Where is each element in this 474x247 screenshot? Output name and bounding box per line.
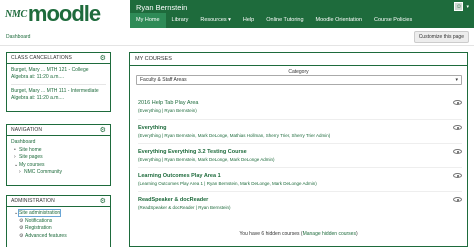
course-name[interactable]: Everything — [138, 125, 462, 131]
cancellation-link[interactable]: Burget, Mary ... MTH 121 - College Algeb… — [11, 67, 106, 81]
hidden-courses-note: You have 6 hidden courses (Manage hidden… — [130, 231, 467, 237]
divider — [11, 84, 106, 85]
gear-icon[interactable]: ⚙ — [100, 198, 106, 205]
my-courses-block: MY COURSES Category Faculty & Staff Area… — [129, 52, 468, 247]
nav-tree-nmc-community[interactable]: › NMC Community — [11, 169, 106, 177]
avatar[interactable]: ☺ — [454, 2, 464, 11]
admin-tree-label: Advanced features — [25, 232, 67, 239]
course-teachers: (Everything | Ryan Bernstein, Mark DeLon… — [138, 133, 331, 138]
list-item: Learning Outcomes Play Area 1 (Learning … — [138, 167, 462, 191]
course-name[interactable]: ReadSpeaker & docReader — [138, 197, 462, 203]
navigation-block: NAVIGATION ⚙ Dashboard • Site home › Site … — [6, 124, 111, 186]
list-item: 2016 Help Tab Play Area (Everything | Ry… — [138, 95, 462, 119]
logo-prefix: NMC — [5, 8, 27, 20]
eye-icon[interactable] — [453, 100, 462, 105]
admin-tree-label: Notifications — [25, 217, 53, 224]
top-bar: Ryan Bernstein ☺ ▾ My Home Library Resou… — [130, 0, 474, 28]
nav-course-policies[interactable]: Course Policies — [368, 13, 418, 28]
block-title: ADMINISTRATION — [11, 198, 55, 204]
category-value: Faculty & Staff Areas — [140, 77, 187, 83]
course-name[interactable]: Everything Everything 3.2 Testing Course — [138, 149, 462, 155]
nav-tree-site-home[interactable]: • Site home — [11, 147, 106, 155]
nav-help[interactable]: Help — [237, 13, 260, 28]
course-teachers: (Everything | Ryan Bernstein, Mark DeLon… — [138, 157, 275, 162]
nav-library[interactable]: Library — [166, 13, 195, 28]
hidden-note-prefix: You have — [239, 231, 262, 237]
divider — [0, 45, 474, 46]
nav-resources[interactable]: Resources ▾ — [194, 13, 237, 28]
manage-hidden-courses-link[interactable]: Manage hidden courses — [303, 231, 356, 237]
block-header: ADMINISTRATION ⚙ — [7, 196, 110, 207]
admin-tree-label: Registration — [25, 225, 52, 231]
nav-online-tutoring[interactable]: Online Tutoring — [260, 13, 309, 28]
chevron-down-icon[interactable]: ▾ — [455, 76, 458, 84]
admin-advanced-features[interactable]: ⚙ Advanced features — [11, 233, 106, 241]
logo-name: moodle — [27, 1, 101, 26]
customize-page-button[interactable]: Customize this page — [413, 31, 469, 43]
block-title: CLASS CANCELLATIONS — [11, 55, 72, 61]
chevron-down-icon[interactable]: ▾ — [466, 4, 469, 10]
block-title: MY COURSES — [135, 56, 172, 62]
block-header: CLASS CANCELLATIONS ⚙ — [7, 53, 110, 64]
course-teachers: (Everything | Ryan Bernstein) — [138, 108, 197, 113]
eye-icon[interactable] — [453, 197, 462, 202]
list-item: Everything Everything 3.2 Testing Course… — [138, 143, 462, 167]
site-logo[interactable]: NMC moodle — [0, 0, 128, 28]
eye-icon[interactable] — [453, 125, 462, 130]
list-item: Everything (Everything | Ryan Bernstein,… — [138, 119, 462, 143]
nav-moodle-orientation[interactable]: Moodle Orientation — [310, 13, 368, 28]
main-nav: My Home Library Resources ▾ Help Online … — [130, 13, 418, 28]
admin-registration[interactable]: ⚙ Registration — [11, 225, 106, 233]
nav-tree-label: My courses — [19, 161, 45, 168]
admin-site-administration[interactable]: ⌄Site administration — [11, 209, 106, 218]
eye-icon[interactable] — [453, 149, 462, 154]
course-name[interactable]: 2016 Help Tab Play Area — [138, 100, 462, 106]
admin-notifications[interactable]: ⚙ Notifications — [11, 218, 106, 226]
nav-tree-label: NMC Community — [24, 169, 63, 175]
hidden-note-suffix: ) — [355, 231, 358, 237]
nav-tree-label: Site pages — [19, 154, 43, 160]
breadcrumb[interactable]: Dashboard — [6, 34, 30, 40]
course-list: 2016 Help Tab Play Area (Everything | Ry… — [138, 95, 462, 215]
block-title: NAVIGATION — [11, 127, 43, 133]
gear-icon[interactable]: ⚙ — [100, 127, 106, 134]
nav-tree-label: Site home — [19, 146, 42, 153]
eye-icon[interactable] — [453, 173, 462, 178]
class-cancellations-block: CLASS CANCELLATIONS ⚙ Burget, Mary ... M… — [6, 52, 111, 112]
course-teachers: (Learning Outcomes Play Area 1 | Ryan Be… — [138, 181, 317, 186]
administration-block: ADMINISTRATION ⚙ ⌄Site administration ⚙ N… — [6, 195, 111, 247]
course-teachers: (ReadSpeaker & docReader | Ryan Bernstei… — [138, 205, 231, 210]
user-menu[interactable]: ☺ ▾ — [454, 2, 469, 11]
block-header: NAVIGATION ⚙ — [7, 125, 110, 136]
course-name[interactable]: Learning Outcomes Play Area 1 — [138, 173, 462, 179]
hidden-note-mid: hidden courses — [264, 231, 300, 237]
cancellation-link[interactable]: Burget, Mary ... MTH 111 - Intermediate … — [11, 88, 106, 102]
site-title[interactable]: Ryan Bernstein — [136, 3, 187, 12]
nav-tree-dashboard[interactable]: Dashboard — [11, 139, 106, 147]
nav-tree-site-pages[interactable]: › Site pages — [11, 154, 106, 162]
category-select[interactable]: Faculty & Staff Areas ▾ — [136, 75, 462, 85]
gear-icon[interactable]: ⚙ — [100, 55, 106, 62]
nav-my-home[interactable]: My Home — [130, 13, 166, 28]
admin-tree-label: Site administration — [17, 209, 62, 217]
list-item: ReadSpeaker & docReader (ReadSpeaker & d… — [138, 191, 462, 215]
nav-tree-my-courses[interactable]: ⌄My courses — [11, 162, 106, 170]
nav-tree-label: Dashboard — [11, 139, 36, 145]
block-header: MY COURSES — [130, 53, 467, 66]
